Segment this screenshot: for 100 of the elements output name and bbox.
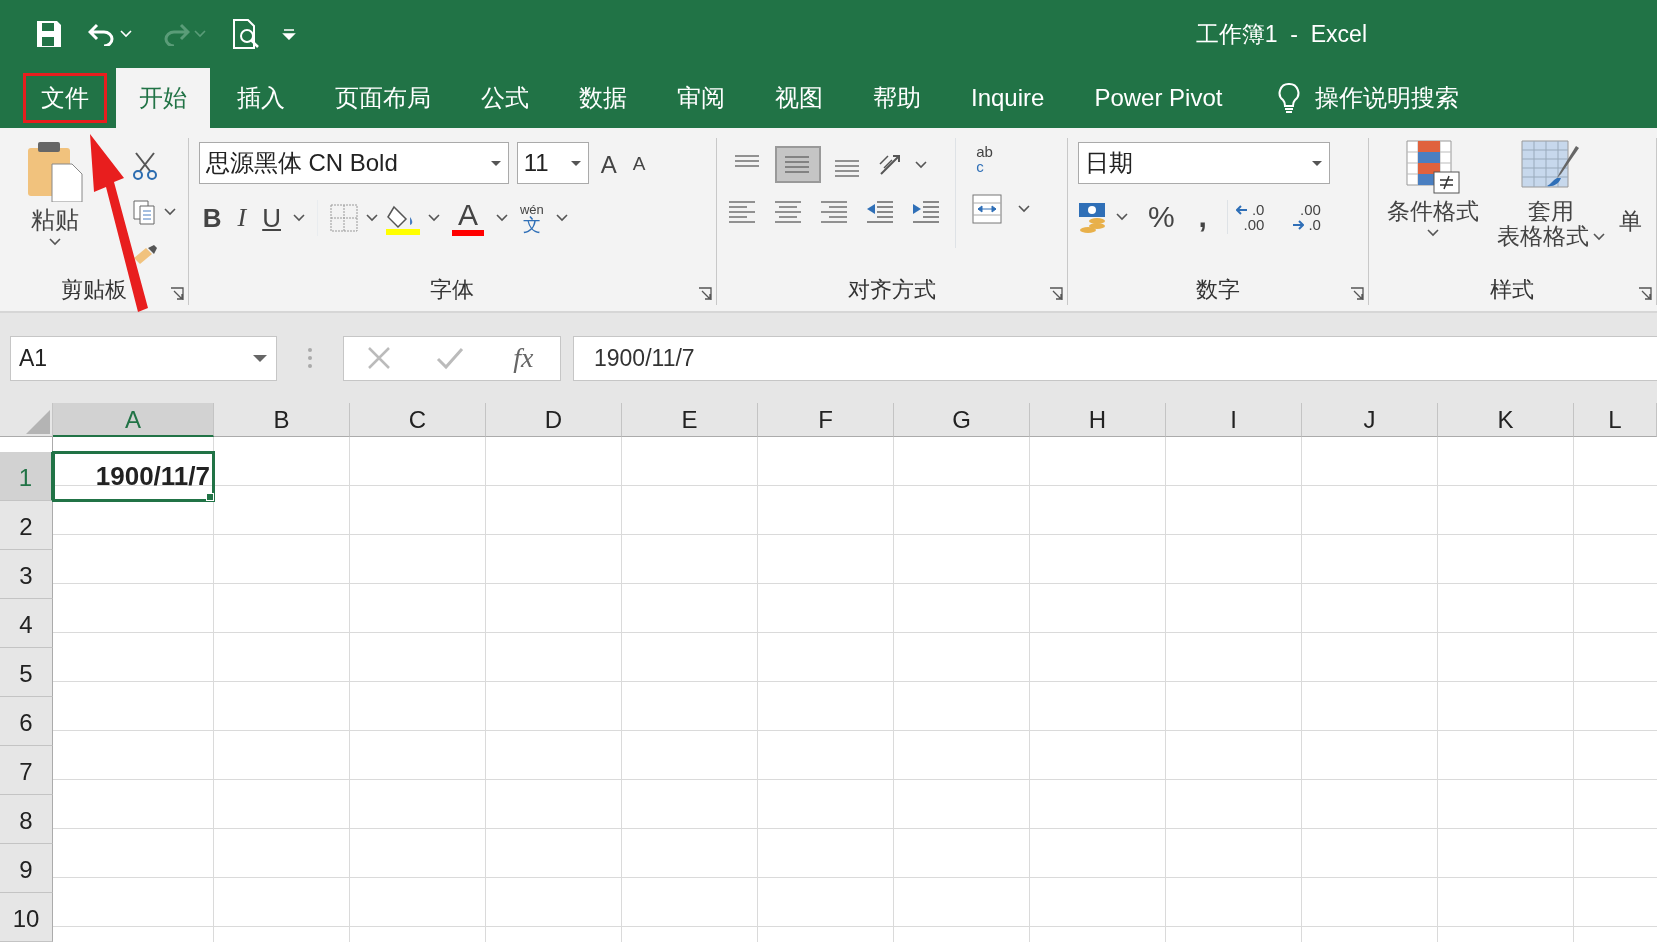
caret-icon [293,214,305,222]
group-label: 字体 [430,276,475,304]
caret-icon [915,160,928,169]
bold-button[interactable]: B [198,203,226,233]
percent-button[interactable]: % [1143,200,1179,234]
merge-center-icon[interactable] [972,194,1003,224]
phonetic-guide-button[interactable]: wén 文 [516,200,548,236]
dialog-launcher-icon[interactable] [1638,287,1652,301]
row-header[interactable]: 3 [0,550,53,599]
ribbon-tab[interactable]: 公式 [458,68,552,128]
column-header[interactable]: J [1302,403,1438,437]
column-header[interactable]: I [1166,403,1302,437]
conditional-formatting-button[interactable]: 条件格式 [1382,138,1483,275]
conditional-format-icon [1405,140,1460,194]
ribbon-tab[interactable]: 审阅 [654,68,748,128]
font-name-dropdown[interactable]: 思源黑体 CN Bold [198,142,509,184]
caret-icon [252,353,268,363]
row-header[interactable]: 1 [0,452,53,501]
number-format-dropdown[interactable]: 日期 [1077,142,1330,184]
caret-icon [49,238,61,246]
caret-icon [1310,159,1323,167]
color-bar-icon [452,230,484,236]
name-box[interactable]: A1 [10,335,277,381]
caret-icon [569,159,582,167]
active-cell[interactable]: 1900/11/7 [53,452,214,501]
tell-me-search[interactable]: 操作说明搜索 [1315,80,1460,116]
caret-icon [1018,205,1031,213]
italic-button[interactable]: I [233,203,251,233]
ribbon-tab[interactable]: Power Pivot [1071,68,1246,128]
font-color-button[interactable]: A [448,198,488,238]
column-header[interactable]: K [1438,403,1574,437]
column-header[interactable]: A [53,403,214,437]
column-header[interactable]: F [758,403,894,437]
ribbon-tab[interactable]: 插入 [214,68,308,128]
dialog-launcher-icon[interactable] [169,287,184,301]
scissors-icon[interactable] [132,151,158,182]
formula-field[interactable]: 1900/11/7 [573,335,1657,381]
ribbon-tab[interactable]: 页面布局 [312,68,454,128]
column-header[interactable]: B [214,403,350,437]
increase-decimal-button[interactable]: .0 .00 [1226,200,1269,234]
decrease-font-button[interactable]: A [628,151,650,175]
caret-icon [489,159,502,167]
font-size-dropdown[interactable]: 11 [516,142,589,184]
row-header[interactable]: 6 [0,697,53,746]
arrow-icon [1235,204,1248,215]
row-header[interactable]: 4 [0,599,53,648]
redo-icon [162,22,190,46]
cell-styles-button[interactable]: 单 [1618,210,1642,233]
format-painter-icon[interactable] [132,243,158,266]
increase-font-button[interactable]: A [596,147,621,179]
group-label: 样式 [1490,276,1535,304]
underline-button[interactable]: U [258,203,285,233]
decrease-decimal-button[interactable]: .00 .0 [1284,200,1325,234]
caret-icon [366,214,378,222]
row-header[interactable]: 9 [0,844,53,893]
column-header[interactable]: D [486,403,622,437]
row-header[interactable]: 5 [0,648,53,697]
align-center-icon[interactable] [773,199,804,225]
format-as-table-button[interactable]: 套用 表格格式 [1492,138,1609,275]
dialog-launcher-icon[interactable] [1349,287,1364,301]
row-header[interactable]: 7 [0,746,53,795]
align-right-icon[interactable] [819,199,850,225]
arrow-icon [1292,219,1305,230]
dialog-launcher-icon[interactable] [1048,287,1063,301]
column-header[interactable]: L [1574,403,1657,437]
ribbon-tab[interactable]: 开始 [116,68,210,128]
ribbon-tab[interactable]: 帮助 [850,68,944,128]
comma-style-button[interactable]: , [1194,200,1211,234]
caret-icon [1426,229,1439,237]
window-title: 工作簿1 - Excel [1195,19,1367,49]
increase-indent-icon[interactable] [911,199,942,225]
column-header[interactable]: H [1030,403,1166,437]
ribbon-tab[interactable]: 文件 [18,68,112,128]
caret-icon [120,30,132,38]
currency-icon[interactable] [1077,201,1108,233]
ribbon-tab[interactable]: Inquire [948,68,1068,128]
caret-icon [428,214,440,222]
row-header[interactable]: 8 [0,795,53,844]
lightbulb-icon[interactable] [1277,82,1302,114]
column-header[interactable]: C [350,403,486,437]
row-header[interactable]: 10 [0,893,53,942]
clipboard-icon [26,140,84,202]
column-header[interactable]: E [622,403,758,437]
row-header[interactable]: 2 [0,501,53,550]
customize-icon[interactable] [282,28,296,40]
align-left-icon[interactable] [727,199,758,225]
fill-handle[interactable] [206,493,214,501]
group-label: 剪贴板 [60,276,127,304]
caret-icon [1115,213,1128,221]
decrease-indent-icon[interactable] [865,199,896,225]
dialog-launcher-icon[interactable] [698,287,713,301]
insert-function-button[interactable]: fx [509,342,538,374]
print-preview-icon[interactable] [232,19,260,49]
ribbon-tab[interactable]: 视图 [752,68,846,128]
column-header[interactable]: G [894,403,1030,437]
ribbon-tab[interactable]: 数据 [556,68,650,128]
wrap-text-button[interactable]: ab c [972,142,1031,176]
save-icon[interactable] [36,20,62,48]
paste-button[interactable]: 粘贴 [22,138,88,275]
drag-handle-icon[interactable] [307,347,313,369]
